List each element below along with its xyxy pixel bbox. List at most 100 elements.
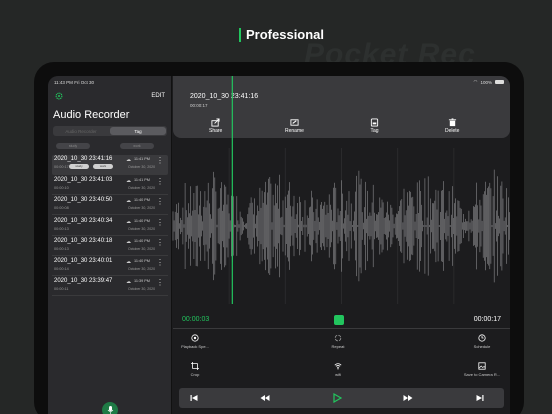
tag-badge: work <box>93 164 113 169</box>
total-time: 00:00:17 <box>473 316 501 323</box>
tag-chip-study[interactable]: study <box>56 143 90 149</box>
recording-row[interactable]: 2020_10_30 23:40:18 00:00:13 ☁ 11:40 PM … <box>52 237 168 256</box>
tag-badge: study <box>69 164 89 169</box>
save-to-camera-roll-button[interactable]: Save to Camera R... <box>462 362 502 377</box>
recording-row[interactable]: 2020_10_30 23:40:50 00:00:08 ☁ 11:40 PM … <box>52 196 168 216</box>
share-button[interactable]: Share <box>209 118 222 134</box>
rename-icon <box>290 119 299 126</box>
recording-time: 11:40 PM <box>134 218 150 223</box>
recording-list: 2020_10_30 23:41:16 00:00:17 study work … <box>52 155 168 297</box>
cloud-icon: ☁ <box>126 258 131 265</box>
recording-row[interactable]: 2020_10_30 23:41:03 00:00:10 ☁ 11:41 PM … <box>52 176 168 196</box>
record-button[interactable] <box>102 402 118 414</box>
recording-duration: 00:00:11 <box>54 287 69 292</box>
play-icon[interactable] <box>332 393 342 403</box>
bookmark-flag-icon[interactable] <box>334 315 344 325</box>
rewind-icon[interactable] <box>260 393 270 403</box>
schedule-icon <box>478 334 486 342</box>
recording-time: 11:41 PM <box>134 157 150 161</box>
playback-speed-button[interactable]: Playback Spe... <box>175 334 215 349</box>
recording-duration: 00:00:10 <box>54 186 69 191</box>
share-icon <box>211 118 220 127</box>
skip-to-start-icon[interactable] <box>189 393 199 403</box>
microphone-icon <box>107 406 113 414</box>
divider <box>173 328 510 329</box>
schedule-button[interactable]: Schedule <box>462 334 502 349</box>
detail-title: 2020_10_30 23:41:16 <box>190 93 259 100</box>
fast-forward-icon[interactable] <box>403 393 413 403</box>
accent-bar <box>239 27 241 42</box>
recording-date: October 30, 2020 <box>128 165 156 169</box>
tag-chip-work[interactable]: work <box>120 143 154 149</box>
more-options-icon[interactable]: ⋮ <box>156 198 164 206</box>
photo-icon <box>478 362 486 370</box>
detail-duration: 00:00:17 <box>190 103 208 108</box>
skip-to-end-icon[interactable] <box>475 393 485 403</box>
more-options-icon[interactable]: ⋮ <box>156 218 164 226</box>
wifi-icon <box>334 363 342 370</box>
recording-name: 2020_10_30 23:40:34 <box>54 217 113 224</box>
status-bar: 11:43 PM Fri Oct 30 ◠ 100% <box>48 76 510 88</box>
repeat-button[interactable]: Repeat <box>318 334 358 349</box>
recording-time: 11:39 PM <box>134 279 150 284</box>
segment-all-recordings[interactable]: Audio Recorder <box>53 126 109 136</box>
more-options-icon[interactable]: ⋮ <box>156 178 164 186</box>
recording-row[interactable]: 2020_10_30 23:41:16 00:00:17 study work … <box>52 155 168 175</box>
more-options-icon[interactable]: ⋮ <box>156 238 164 246</box>
recording-name: 2020_10_30 23:40:50 <box>54 197 113 204</box>
crop-icon <box>191 362 199 370</box>
repeat-icon <box>334 334 342 342</box>
more-options-icon[interactable]: ⋮ <box>156 258 164 266</box>
segment-tag[interactable]: Tag <box>110 127 166 135</box>
playback-speed-label: Playback Spe... <box>181 344 209 349</box>
cloud-icon: ☁ <box>126 198 131 205</box>
recording-row[interactable]: 2020_10_30 23:39:47 00:00:11 ☁ 11:39 PM … <box>52 277 168 297</box>
headline: Professional <box>239 27 324 42</box>
more-options-icon[interactable]: ⋮ <box>156 279 164 287</box>
audio-waveform[interactable] <box>172 76 510 304</box>
recording-date: October 30, 2020 <box>128 287 156 292</box>
recording-row[interactable]: 2020_10_30 23:40:34 00:00:13 ☁ 11:40 PM … <box>52 217 168 236</box>
recording-duration: 00:00:13 <box>54 226 69 231</box>
recording-time: 11:41 PM <box>134 178 150 183</box>
tag-label: Tag <box>370 128 379 134</box>
edit-button[interactable]: EDIT <box>151 93 165 99</box>
recording-date: October 30, 2020 <box>128 186 156 191</box>
recording-duration: 00:00:08 <box>54 206 69 211</box>
delete-label: Delete <box>445 128 460 134</box>
recording-time: 11:40 PM <box>134 258 150 263</box>
recording-row[interactable]: 2020_10_30 23:40:01 00:00:14 ☁ 11:40 PM … <box>52 257 168 276</box>
repeat-label: Repeat <box>331 344 345 349</box>
cloud-icon: ☁ <box>126 238 131 245</box>
rename-label: Rename <box>285 128 304 134</box>
recording-tags: study work <box>69 164 113 169</box>
more-options-icon[interactable]: ⋮ <box>156 157 164 165</box>
recording-time: 11:40 PM <box>134 238 150 243</box>
transport-controls <box>179 388 504 408</box>
recording-name: 2020_10_30 23:40:01 <box>54 257 113 264</box>
status-time: 11:43 PM <box>54 79 73 85</box>
current-time: 00:00:03 <box>182 316 210 323</box>
status-date: Fri Oct 30 <box>74 79 94 85</box>
rename-button[interactable]: Rename <box>285 118 304 134</box>
cloud-icon: ☁ <box>126 157 131 163</box>
cloud-icon: ☁ <box>126 279 131 286</box>
wifi-transfer-button[interactable]: wifi <box>318 362 358 377</box>
tag-icon <box>370 118 379 127</box>
recording-date: October 30, 2020 <box>128 266 156 271</box>
headline-text: Professional <box>246 27 325 42</box>
save-to-camera-roll-label: Save to Camera R... <box>463 372 501 377</box>
delete-button[interactable]: Delete <box>445 118 459 134</box>
recording-name: 2020_10_30 23:40:18 <box>54 237 113 244</box>
cloud-icon: ☁ <box>126 218 131 225</box>
recording-date: October 30, 2020 <box>128 246 156 251</box>
share-label: Share <box>209 128 223 134</box>
recording-date: October 30, 2020 <box>128 226 156 231</box>
segmented-control: Audio Recorder Tag <box>53 126 167 136</box>
crop-label: Crop <box>190 372 200 377</box>
settings-gear-icon[interactable] <box>55 92 63 100</box>
recording-duration: 00:00:14 <box>54 266 69 271</box>
crop-button[interactable]: Crop <box>175 362 215 377</box>
tag-button[interactable]: Tag <box>370 118 379 134</box>
recording-name: 2020_10_30 23:41:16 <box>54 156 113 162</box>
